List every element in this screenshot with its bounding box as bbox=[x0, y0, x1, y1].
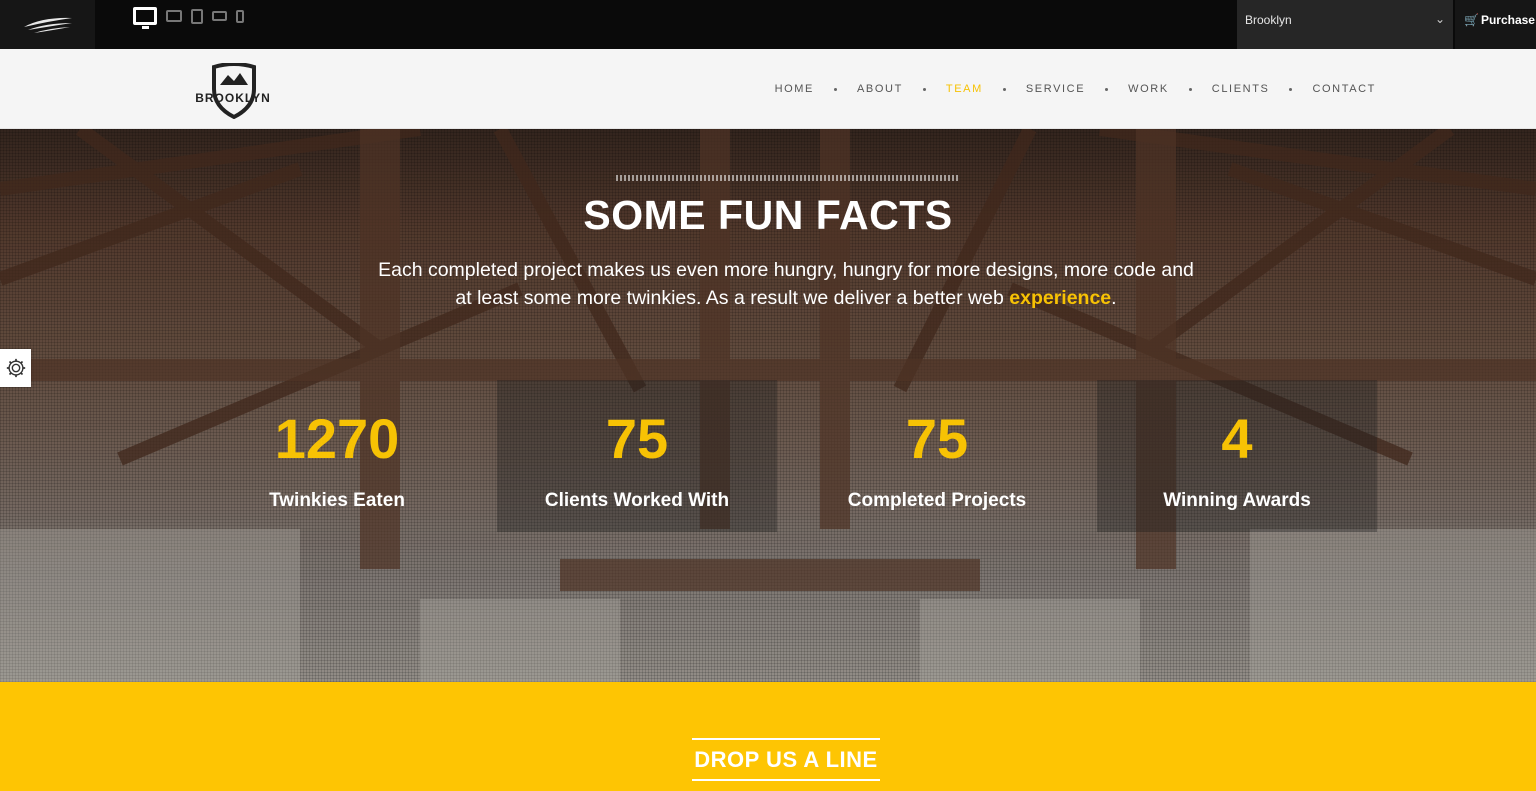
main-nav: HOME ABOUT TEAM SERVICE WORK CLIENTS CON… bbox=[775, 83, 1376, 95]
preview-toolbar: Brooklyn ⌄ 🛒 Purchase bbox=[0, 0, 1536, 49]
fun-facts-section: SOME FUN FACTS Each completed project ma… bbox=[0, 129, 1536, 682]
nav-item-team[interactable]: TEAM bbox=[946, 83, 983, 95]
section-description: Each completed project makes us even mor… bbox=[368, 256, 1204, 312]
nav-item-about[interactable]: ABOUT bbox=[857, 83, 903, 95]
stat-card: 75 Clients Worked With bbox=[497, 380, 777, 532]
stat-label: Winning Awards bbox=[1163, 490, 1311, 511]
nav-separator bbox=[1002, 87, 1006, 91]
description-end: . bbox=[1111, 287, 1117, 309]
phone-icon[interactable] bbox=[236, 9, 244, 23]
stat-number: 4 bbox=[1221, 407, 1253, 470]
stat-card: 1270 Twinkies Eaten bbox=[197, 380, 477, 532]
site-header: BROOKLYN HOME ABOUT TEAM SERVICE WORK CL… bbox=[0, 49, 1536, 129]
laptop-icon[interactable] bbox=[166, 10, 182, 22]
nav-separator bbox=[1105, 87, 1109, 91]
stat-label: Clients Worked With bbox=[544, 490, 730, 511]
brand-logo[interactable]: BROOKLYN bbox=[194, 63, 274, 119]
chevron-down-icon: ⌄ bbox=[1434, 12, 1445, 26]
description-highlight: experience bbox=[1009, 287, 1112, 309]
desktop-icon[interactable] bbox=[133, 7, 157, 29]
theme-select[interactable]: Brooklyn ⌄ bbox=[1237, 0, 1453, 49]
title-decoration bbox=[616, 175, 958, 181]
stat-number: 1270 bbox=[274, 407, 400, 470]
nav-separator bbox=[1188, 87, 1192, 91]
stat-card: 4 Winning Awards bbox=[1097, 380, 1377, 532]
nav-item-work[interactable]: WORK bbox=[1128, 83, 1169, 95]
stat-label: Completed Projects bbox=[847, 490, 1027, 511]
stat-number: 75 bbox=[605, 407, 669, 470]
nav-item-service[interactable]: SERVICE bbox=[1026, 83, 1085, 95]
section-title: SOME FUN FACTS bbox=[583, 192, 953, 238]
gear-icon bbox=[6, 358, 25, 378]
nav-item-contact[interactable]: CONTACT bbox=[1312, 83, 1376, 95]
stat-card: 75 Completed Projects bbox=[797, 380, 1077, 532]
nav-separator bbox=[922, 87, 926, 91]
purchase-button[interactable]: 🛒 Purchase bbox=[1455, 0, 1536, 49]
device-switcher bbox=[133, 7, 244, 29]
settings-gear-button[interactable] bbox=[0, 349, 31, 387]
purchase-label: Purchase bbox=[1480, 13, 1535, 27]
nav-separator bbox=[834, 87, 837, 91]
cart-icon: 🛒 bbox=[1464, 13, 1479, 27]
contact-title: DROP US A LINE bbox=[692, 738, 880, 781]
nav-separator bbox=[1289, 87, 1293, 91]
stat-label: Twinkies Eaten bbox=[269, 490, 405, 511]
tablet-landscape-icon[interactable] bbox=[212, 11, 227, 21]
nav-item-clients[interactable]: CLIENTS bbox=[1212, 83, 1270, 95]
tablet-icon[interactable] bbox=[191, 8, 203, 24]
brand-name: BROOKLYN bbox=[195, 91, 271, 105]
contact-section: DROP US A LINE bbox=[0, 682, 1536, 791]
wing-logo-icon[interactable] bbox=[0, 0, 95, 49]
theme-select-value: Brooklyn bbox=[1245, 13, 1292, 27]
nav-item-home[interactable]: HOME bbox=[775, 83, 814, 95]
stat-number: 75 bbox=[905, 407, 969, 470]
